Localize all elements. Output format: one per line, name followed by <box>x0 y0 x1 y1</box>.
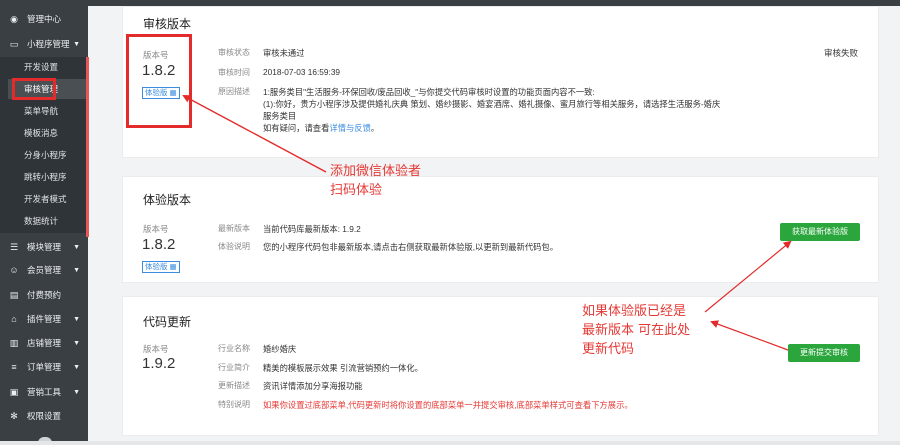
sidebar-item-miniprogram[interactable]: ▭ 小程序管理 ▼ <box>0 33 88 55</box>
desc-value: 您的小程序代码包非最新版本,请点击右侧获取最新体验版,以更新到最新代码包。 <box>263 242 559 252</box>
sidebar-item-label: 店铺管理 <box>27 338 62 348</box>
sidebar-item-label: 插件管理 <box>27 314 62 324</box>
card-icon: ▤ <box>9 289 19 300</box>
sidebar: ◉ 管理中心 ▭ 小程序管理 ▼ 开发设置 审核管理 菜单导航 模板消息 分身小… <box>0 0 88 445</box>
intro-value: 精美的模板展示效果 引流营销预约一体化。 <box>263 363 423 373</box>
submenu-item-developer-mode[interactable]: 开发者模式 <box>8 189 86 209</box>
annotation-box-review-menu <box>12 78 56 100</box>
feedback-link[interactable]: 详情与反馈 <box>329 123 371 133</box>
version-label: 版本号 <box>143 344 169 354</box>
bottom-strip <box>0 441 900 445</box>
home-icon: ⌂ <box>11 314 17 324</box>
help-suffix: 。 <box>370 123 380 133</box>
chevron-down-icon: ▼ <box>73 266 80 274</box>
sidebar-item-label: 订单管理 <box>27 362 62 372</box>
trial-version-card: 体验版本 版本号 1.8.2 体验版 ▦ 最新版本 当前代码库最新版本: 1.9… <box>122 176 879 283</box>
help-prefix: 如有疑问，请查看 <box>263 123 330 133</box>
sidebar-item-label: 付费预约 <box>27 290 62 300</box>
sidebar-item-stores[interactable]: ▥ 店铺管理 ▼ <box>0 332 88 354</box>
dashboard-icon: ◉ <box>10 13 18 24</box>
sidebar-item-label: 营销工具 <box>27 387 62 397</box>
sidebar-item-modules[interactable]: ☰ 模块管理 ▼ <box>0 236 88 258</box>
annotation-note-update: 如果体验版已经是 最新版本 可在此处 更新代码 <box>582 302 690 359</box>
code-update-card: 代码更新 版本号 1.9.2 行业名称 婚纱婚庆 行业简介 精美的模板展示效果 … <box>122 296 879 436</box>
submenu-item-dev-settings[interactable]: 开发设置 <box>8 57 86 77</box>
sidebar-item-marketing[interactable]: ▣ 营销工具 ▼ <box>0 381 88 403</box>
sidebar-item-label: 会员管理 <box>27 265 62 275</box>
chevron-down-icon: ▼ <box>73 315 80 323</box>
get-latest-trial-button[interactable]: 获取最新体验版 <box>780 223 860 241</box>
chevron-down-icon: ▼ <box>73 40 80 48</box>
version-label: 版本号 <box>143 224 169 234</box>
card-title: 体验版本 <box>143 193 192 207</box>
sidebar-scrollbar[interactable] <box>86 57 89 237</box>
reason-line: 服务类目 <box>263 111 297 121</box>
annotation-line: 添加微信体验者 <box>330 164 422 179</box>
sidebar-item-paid-booking[interactable]: ▤ 付费预约 <box>0 284 88 306</box>
sidebar-item-permissions[interactable]: ✻ 权限设置 <box>0 405 88 427</box>
update-value: 资讯详情添加分享海报功能 <box>263 381 363 391</box>
submit-update-review-button[interactable]: 更新提交审核 <box>788 344 860 362</box>
status-value: 审核未通过 <box>263 48 305 58</box>
industry-key: 行业名称 <box>218 344 250 353</box>
special-key: 特别说明 <box>218 400 250 409</box>
reason-key: 原因描述 <box>218 87 250 96</box>
chevron-down-icon: ▼ <box>73 243 80 251</box>
annotation-line: 更新代码 <box>582 342 635 357</box>
intro-key: 行业简介 <box>218 363 250 372</box>
sidebar-item-label: 管理中心 <box>27 14 62 24</box>
annotation-line: 如果体验版已经是 <box>582 304 687 319</box>
reason-line: 1:服务类目"生活服务-环保回收/废品回收_"与你提交代码审核时设置的功能页面内… <box>263 87 595 97</box>
special-value: 如果你设置过底部菜单,代码更新时将你设置的底部菜单一并提交审核,底部菜单样式可查… <box>263 400 633 410</box>
help-text: 如有疑问，请查看详情与反馈。 <box>263 122 379 134</box>
time-value: 2018-07-03 16:59:39 <box>263 67 341 77</box>
card-title: 审核版本 <box>143 17 192 31</box>
submenu-item-statistics[interactable]: 数据统计 <box>8 211 86 231</box>
desc-key: 体验说明 <box>218 242 250 251</box>
badge-label: 体验版 <box>145 262 168 271</box>
chevron-down-icon: ▼ <box>73 339 80 347</box>
version-number: 1.9.2 <box>142 355 176 372</box>
chevron-down-icon: ▼ <box>73 363 80 371</box>
sidebar-item-members[interactable]: ☺ 会员管理 ▼ <box>0 259 88 281</box>
time-key: 审核时间 <box>218 68 250 77</box>
reason-line: (1):你好，贵方小程序涉及提供婚礼庆典 策划、婚纱摄影、婚宴酒席、婚礼摄像、蜜… <box>263 99 721 109</box>
trial-qrcode-badge[interactable]: 体验版 ▦ <box>142 261 180 273</box>
annotation-line: 扫码体验 <box>330 183 383 198</box>
version-number: 1.8.2 <box>142 236 176 253</box>
annotation-box-version <box>126 34 192 128</box>
update-key: 更新描述 <box>218 381 250 390</box>
status-key: 审核状态 <box>218 48 250 57</box>
submenu-item-template-message[interactable]: 模板消息 <box>8 123 86 143</box>
sidebar-item-plugins[interactable]: ⌂ 插件管理 ▼ <box>0 308 88 330</box>
order-icon: ≡ <box>11 362 17 372</box>
gear-icon: ✻ <box>10 410 18 421</box>
briefcase-icon: ▣ <box>9 386 19 397</box>
qrcode-icon: ▦ <box>169 262 177 271</box>
latest-value: 当前代码库最新版本: 1.9.2 <box>263 224 361 234</box>
sidebar-item-label: 小程序管理 <box>27 39 70 49</box>
chevron-down-icon: ▼ <box>73 388 80 396</box>
sidebar-item-dashboard[interactable]: ◉ 管理中心 <box>0 8 88 30</box>
user-icon: ☺ <box>9 265 19 275</box>
submenu-item-menu-nav[interactable]: 菜单导航 <box>8 101 86 121</box>
sidebar-item-orders[interactable]: ≡ 订单管理 ▼ <box>0 356 88 378</box>
annotation-line: 最新版本 可在此处 <box>582 323 691 338</box>
review-version-card: 审核版本 版本号 1.8.2 体验版 ▦ 审核状态 审核未通过 审核失败 审核时… <box>122 6 879 158</box>
card-title: 代码更新 <box>143 315 192 329</box>
sidebar-item-label: 权限设置 <box>27 411 62 421</box>
store-icon: ▥ <box>9 337 19 348</box>
submenu-item-jump-miniprogram[interactable]: 跳转小程序 <box>8 167 86 187</box>
status-badge: 审核失败 <box>823 48 858 58</box>
list-icon: ☰ <box>9 241 19 252</box>
latest-key: 最新版本 <box>218 224 250 233</box>
sidebar-item-label: 模块管理 <box>27 242 62 252</box>
industry-value: 婚纱婚庆 <box>263 344 297 354</box>
submenu-item-clone-miniprogram[interactable]: 分身小程序 <box>8 145 86 165</box>
monitor-icon: ▭ <box>9 38 19 49</box>
annotation-note-trial: 添加微信体验者 扫码体验 <box>330 162 421 200</box>
